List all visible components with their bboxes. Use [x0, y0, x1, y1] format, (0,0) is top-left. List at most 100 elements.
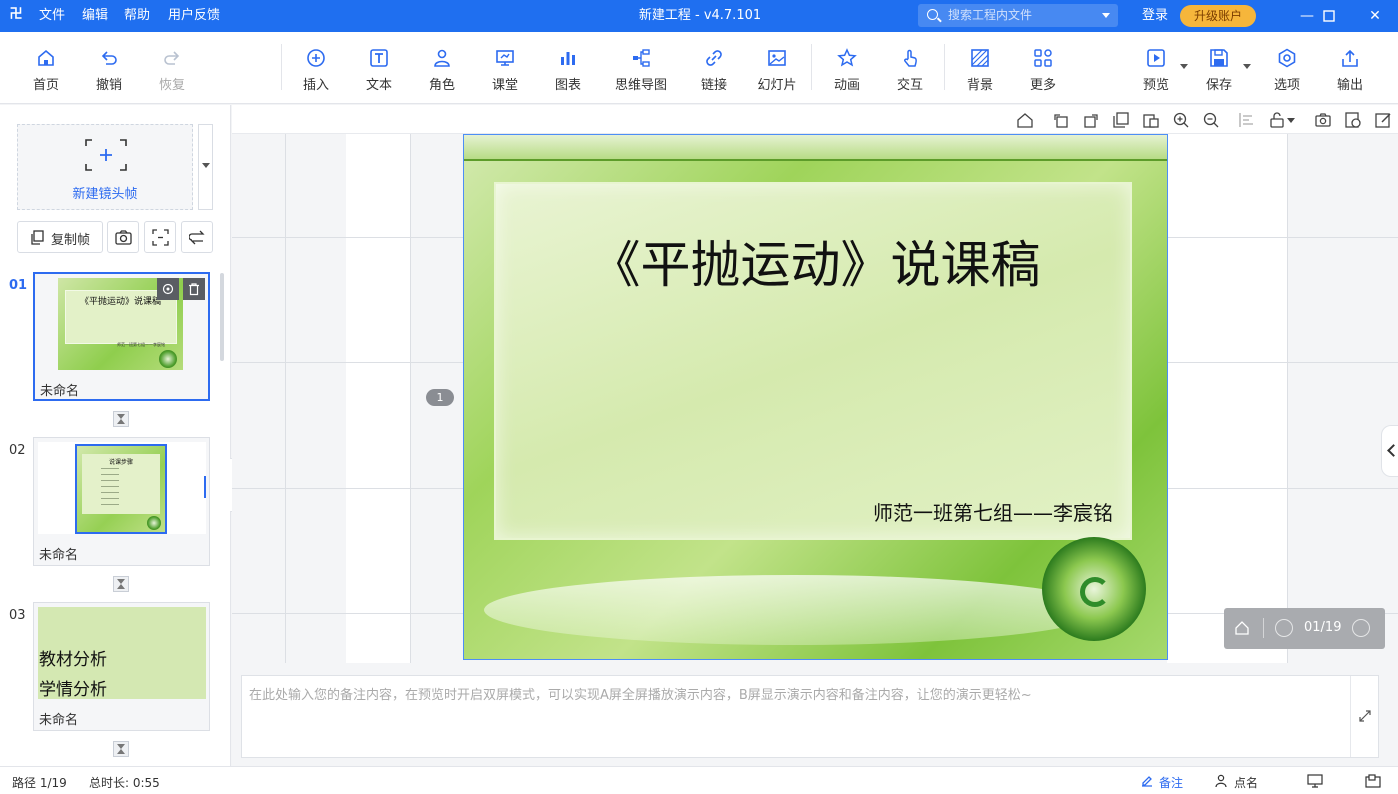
- transition-icon[interactable]: [113, 576, 129, 592]
- expand-right-panel-icon[interactable]: [1381, 425, 1398, 477]
- background-label: 背景: [966, 78, 993, 93]
- current-slide[interactable]: 《平抛运动》说课稿 师范一班第七组——李宸铭: [463, 134, 1168, 660]
- background-button[interactable]: 背景: [950, 32, 1010, 104]
- play-icon: [1147, 49, 1165, 67]
- next-page-icon[interactable]: [1352, 619, 1370, 637]
- link-button[interactable]: 链接: [684, 32, 744, 104]
- close-icon[interactable]: ✕: [1352, 0, 1398, 32]
- mindmap-button[interactable]: 思维导图: [606, 32, 676, 104]
- interact-button[interactable]: 交互: [880, 32, 940, 104]
- interact-label: 交互: [896, 78, 923, 93]
- copy-icon[interactable]: [1112, 111, 1130, 129]
- rotate-left-icon[interactable]: [1052, 111, 1070, 129]
- search-input[interactable]: 搜索工程内文件: [918, 4, 1118, 27]
- fit-frame-button[interactable]: [144, 221, 176, 253]
- slideshow-button[interactable]: 幻灯片: [747, 32, 807, 104]
- lock-icon[interactable]: [1268, 111, 1286, 129]
- add-frame-icon: [85, 139, 127, 171]
- camera-icon[interactable]: [1314, 111, 1332, 129]
- editing-canvas[interactable]: 1 《平抛运动》说课稿 师范一班第七组——李宸铭 01/19: [232, 134, 1398, 663]
- insert-button[interactable]: 插入: [286, 32, 346, 104]
- maximize-icon[interactable]: [1306, 0, 1352, 32]
- slide-card[interactable]: 教材分析 学情分析 未命名: [33, 602, 210, 731]
- options-button[interactable]: 选项: [1257, 32, 1317, 104]
- save-dropdown-icon[interactable]: [1243, 64, 1251, 69]
- frame-settings-button[interactable]: [157, 278, 179, 300]
- home-label: 首页: [32, 78, 59, 93]
- fit-frame-icon: [152, 229, 169, 246]
- thumb-line: 教材分析: [39, 650, 107, 670]
- slide-item-03[interactable]: 03 教材分析 学情分析 未命名: [0, 602, 230, 732]
- chart-button[interactable]: 图表: [538, 32, 598, 104]
- rollcall-button[interactable]: 点名: [1215, 772, 1275, 790]
- zoom-out-icon[interactable]: [1202, 111, 1220, 129]
- paste-icon[interactable]: [1142, 111, 1160, 129]
- export-icon: [1342, 49, 1358, 67]
- slide-caption: 未命名: [39, 713, 79, 728]
- slide-card-active[interactable]: 《平抛运动》说课稿 师范一班第七组——李宸铭 未命名: [33, 272, 210, 401]
- mindmap-label: 思维导图: [614, 78, 667, 93]
- preview-dropdown-icon[interactable]: [1180, 64, 1188, 69]
- login-link[interactable]: 登录: [1142, 0, 1168, 32]
- classroom-button[interactable]: 课堂: [475, 32, 535, 104]
- screen-icon[interactable]: [1307, 774, 1323, 788]
- menu-file[interactable]: 文件: [39, 0, 65, 32]
- zoom-in-icon[interactable]: [1172, 111, 1190, 129]
- redo-button[interactable]: 恢复: [142, 32, 202, 104]
- copy-frame-button[interactable]: 复制帧: [17, 221, 103, 253]
- slide-item-01[interactable]: 01 《平抛运动》说课稿 师范一班第七组——李宸铭 未命名: [0, 272, 230, 412]
- align-left-icon[interactable]: [1238, 111, 1256, 129]
- prev-page-icon[interactable]: [1275, 619, 1293, 637]
- page-indicator: 01/19: [1304, 620, 1342, 635]
- slide-decoration: [464, 135, 1167, 161]
- role-button[interactable]: 角色: [412, 32, 472, 104]
- home-view-icon[interactable]: [1016, 111, 1034, 129]
- link-label: 链接: [700, 78, 727, 93]
- animation-button[interactable]: 动画: [817, 32, 877, 104]
- rotate-right-icon[interactable]: [1082, 111, 1100, 129]
- snapshot-button[interactable]: [107, 221, 139, 253]
- swap-frame-button[interactable]: [181, 221, 213, 253]
- delete-frame-button[interactable]: [183, 278, 205, 300]
- frame-list-panel: 新建镜头帧 复制帧 01 《平抛运动》说课稿 师范一班第七组——李宸铭 未命名 …: [0, 105, 231, 766]
- notes-toggle-label: 备注: [1159, 776, 1184, 790]
- menu-feedback[interactable]: 用户反馈: [168, 0, 220, 32]
- copy-frame-label: 复制帧: [51, 233, 91, 248]
- slide-subtitle[interactable]: 师范一班第七组——李宸铭: [873, 497, 1113, 526]
- lock-dropdown-icon[interactable]: [1286, 111, 1296, 129]
- transition-icon[interactable]: [113, 411, 129, 427]
- new-frame-button[interactable]: 新建镜头帧: [17, 124, 193, 210]
- transition-icon[interactable]: [113, 741, 129, 757]
- replace-image-icon[interactable]: [1344, 111, 1362, 129]
- menu-edit[interactable]: 编辑: [82, 0, 108, 32]
- slide-logo-icon: [1042, 537, 1146, 641]
- slideshow-label: 幻灯片: [757, 78, 797, 93]
- grid-line: [410, 134, 411, 663]
- frame-number-badge[interactable]: 1: [426, 389, 454, 406]
- preview-button[interactable]: 预览: [1126, 32, 1188, 104]
- notes-input[interactable]: 在此处输入您的备注内容，在预览时开启双屏模式，可以实现A屏全屏播放演示内容，B屏…: [241, 675, 1379, 758]
- slide-title[interactable]: 《平抛运动》说课稿: [464, 225, 1167, 297]
- chart-label: 图表: [554, 78, 581, 93]
- slide-item-02[interactable]: 02 说课步骤 未命名: [0, 437, 230, 567]
- undo-button[interactable]: 撤销: [79, 32, 139, 104]
- star-icon: [837, 48, 857, 67]
- save-button[interactable]: 保存: [1189, 32, 1251, 104]
- search-dropdown-icon[interactable]: [1102, 13, 1110, 18]
- text-label: 文本: [365, 78, 392, 93]
- path-count: 路径 1/19: [12, 776, 67, 790]
- menu-help[interactable]: 帮助: [124, 0, 150, 32]
- expand-notes-button[interactable]: [1350, 676, 1378, 757]
- frame-list-scrollbar[interactable]: [220, 273, 224, 361]
- export-button[interactable]: 输出: [1320, 32, 1380, 104]
- upgrade-button[interactable]: 升级账户: [1180, 5, 1256, 27]
- slide-caption: 未命名: [40, 384, 80, 399]
- layout-switch-icon[interactable]: [1365, 774, 1381, 788]
- edit-icon[interactable]: [1374, 111, 1392, 129]
- home-button[interactable]: 首页: [16, 32, 76, 104]
- slide-card[interactable]: 说课步骤 未命名: [33, 437, 210, 566]
- text-button[interactable]: 文本: [349, 32, 409, 104]
- more-button[interactable]: 更多: [1013, 32, 1073, 104]
- new-frame-dropdown[interactable]: [198, 124, 213, 210]
- home-icon[interactable]: [1234, 620, 1250, 636]
